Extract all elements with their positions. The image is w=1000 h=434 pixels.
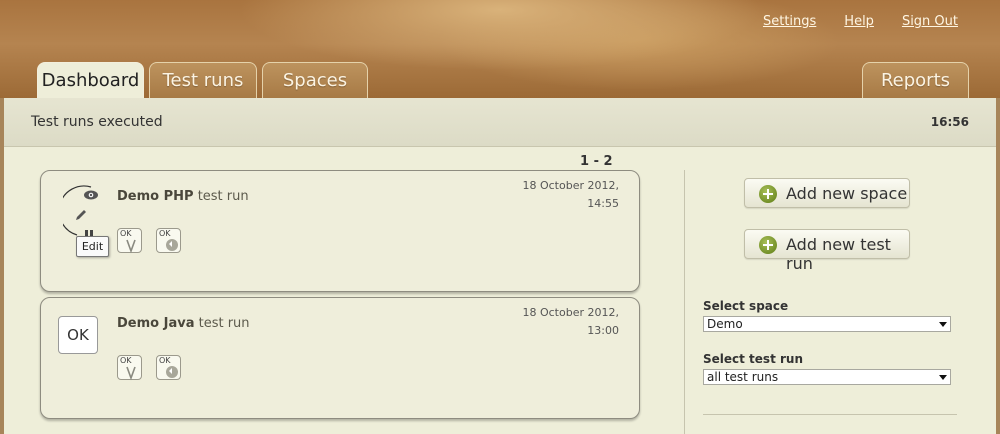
tab-dashboard[interactable]: Dashboard [37,62,144,98]
test-run-select[interactable]: all test runs [703,369,951,385]
select-space-label: Select space [703,299,789,313]
run-name[interactable]: Demo Java test run [117,316,250,331]
top-links: Settings Help Sign Out [763,14,958,29]
plus-circle-icon [759,236,777,254]
refresh-icon [166,366,178,378]
plus-circle-icon [759,185,777,203]
settings-link[interactable]: Settings [763,14,816,29]
add-test-run-label: Add new test run [786,235,891,273]
run-date: 18 October 2012, [522,179,619,192]
sub-header-bar: Test runs executed 16:56 [4,98,996,147]
run-title: Demo Java [117,316,195,331]
run-time: 14:55 [587,197,619,210]
clock-time: 16:56 [930,115,969,129]
run-type: test run [198,316,250,331]
tab-test-runs[interactable]: Test runs [149,62,257,98]
run-time: 13:00 [587,324,619,337]
sign-out-link[interactable]: Sign Out [902,14,958,29]
sidebar-separator [703,414,957,415]
ok-refresh-badge[interactable]: OK [156,355,181,380]
add-test-run-button[interactable]: Add new test run [744,229,910,273]
left-frame [0,98,4,434]
test-run-card[interactable]: Edit Demo PHP test run 18 October 2012, 1… [40,170,640,292]
tab-spaces[interactable]: Spaces [262,62,368,98]
dropdown-arrow-icon [939,322,947,327]
ok-check-badge[interactable]: OK [117,355,142,381]
run-type: test run [197,189,249,204]
app-header: Settings Help Sign Out Dashboard Test ru… [0,0,1000,98]
help-link[interactable]: Help [844,14,874,29]
run-datetime: 18 October 2012, 13:00 [522,304,619,340]
space-select-value: Demo [707,317,743,331]
ok-refresh-badge[interactable]: OK [156,228,181,253]
dropdown-arrow-icon [939,375,947,380]
pagination-range: 1 - 2 [580,154,613,169]
add-space-label: Add new space [786,184,908,203]
edit-tooltip: Edit [76,236,109,257]
space-select[interactable]: Demo [703,316,951,332]
test-run-card[interactable]: OK Demo Java test run 18 October 2012, 13… [40,297,640,419]
page-title: Test runs executed [31,114,163,130]
check-v-icon [126,366,136,381]
eye-icon[interactable] [83,186,99,205]
sidebar-divider [684,170,685,434]
right-frame [996,98,1000,434]
test-run-select-value: all test runs [707,370,779,384]
pencil-icon[interactable] [74,207,88,226]
run-date: 18 October 2012, [522,306,619,319]
check-v-icon [126,239,136,254]
run-datetime: 18 October 2012, 14:55 [522,177,619,213]
run-name[interactable]: Demo PHP test run [117,189,249,204]
status-badge: OK [58,316,98,354]
ok-check-badge[interactable]: OK [117,228,142,254]
tab-reports[interactable]: Reports [862,62,969,98]
run-title: Demo PHP [117,189,194,204]
select-test-run-label: Select test run [703,352,803,366]
add-space-button[interactable]: Add new space [744,178,910,208]
refresh-icon [166,239,178,251]
